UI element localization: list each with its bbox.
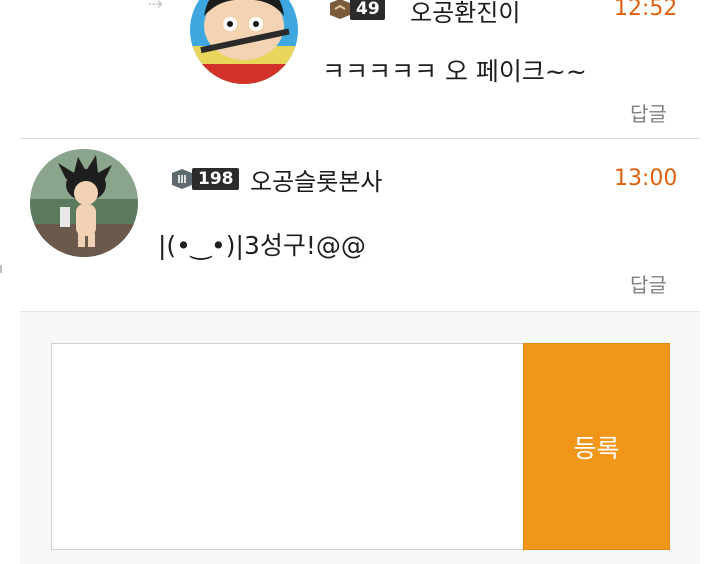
comment-item: 198 오공슬롯본사 13:00 |(•‿•)|3성구!@@ 답글 [0,139,720,311]
avatar-image [190,0,298,84]
comment-time: 13:00 [614,166,678,191]
avatar[interactable] [30,149,138,257]
comment-item: 49 오공환진이 12:52 ㅋㅋㅋㅋㅋ 오 페이크~~ 답글 [0,0,720,140]
avatar[interactable] [190,0,298,84]
level-icon [170,167,194,191]
comment-text: |(•‿•)|3성구!@@ [158,231,366,260]
scroll-indicator [0,265,2,273]
reply-button[interactable]: 답글 [630,269,667,298]
level-badge: 49 [328,0,385,22]
level-icon [328,0,352,21]
submit-button[interactable]: 등록 [523,343,670,550]
reply-button[interactable]: 답글 [630,98,667,127]
comment-author[interactable]: 오공환진이 [410,0,520,28]
comment-author[interactable]: 오공슬롯본사 [250,162,382,197]
comment-input[interactable] [51,343,524,550]
comment-text: ㅋㅋㅋㅋㅋ 오 페이크~~ [322,57,587,86]
level-number: 49 [350,0,385,20]
avatar-image [30,149,138,257]
comment-composer: 등록 [20,311,700,564]
comment-time: 12:52 [614,0,678,21]
level-number: 198 [192,168,239,190]
level-badge: 198 [170,166,239,192]
